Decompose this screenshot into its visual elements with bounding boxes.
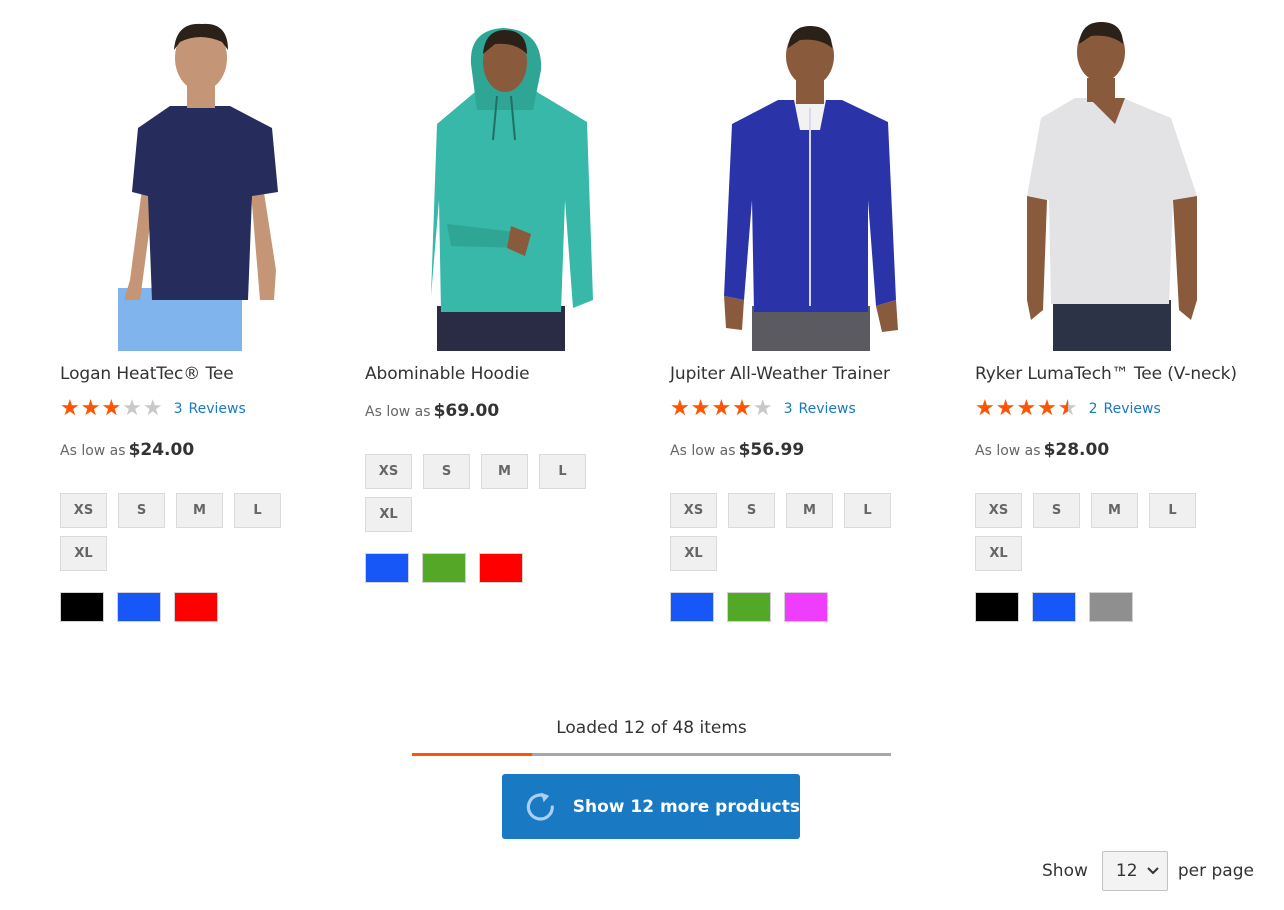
size-option-s[interactable]: S <box>118 493 165 528</box>
product-name[interactable]: Logan HeatTec® Tee <box>60 364 234 384</box>
color-swatch[interactable] <box>479 553 523 583</box>
show-label: Show <box>1042 861 1088 881</box>
product-image[interactable] <box>975 0 1265 351</box>
color-swatch[interactable] <box>784 592 828 622</box>
product-rating: ★★★★★★★★★★ 2Reviews <box>975 398 1161 420</box>
size-option-m[interactable]: M <box>786 493 833 528</box>
product-rating: ★★★★★★★★★★ 3Reviews <box>670 398 856 420</box>
per-page-limiter: Show 12 per page <box>1042 851 1254 891</box>
size-option-s[interactable]: S <box>728 493 775 528</box>
load-progress-fill <box>412 753 532 756</box>
price-amount: $56.99 <box>738 440 805 460</box>
color-swatch[interactable] <box>422 553 466 583</box>
product-card: Logan HeatTec® Tee ★★★★★★★★★★ 3Reviews A… <box>60 0 350 622</box>
price-prefix: As low as <box>60 443 126 459</box>
color-swatch[interactable] <box>727 592 771 622</box>
size-option-m[interactable]: M <box>481 454 528 489</box>
rating-fill: ★★★★★ <box>60 398 123 420</box>
size-option-xs[interactable]: XS <box>60 493 107 528</box>
rating-stars: ★★★★★★★★★★ <box>60 396 164 421</box>
size-option-xs[interactable]: XS <box>975 493 1022 528</box>
size-option-s[interactable]: S <box>1033 493 1080 528</box>
load-progress-bar <box>412 753 891 756</box>
size-option-l[interactable]: L <box>234 493 281 528</box>
product-card: Jupiter All-Weather Trainer ★★★★★★★★★★ 3… <box>670 0 960 622</box>
product-name[interactable]: Ryker LumaTech™ Tee (V-neck) <box>975 364 1237 384</box>
product-rating: ★★★★★★★★★★ 3Reviews <box>60 398 246 420</box>
price-amount: $69.00 <box>433 401 500 421</box>
reviews-link[interactable]: 2 Reviews <box>1089 401 1161 417</box>
product-price: As low as $28.00 <box>975 440 1109 460</box>
color-swatch[interactable] <box>117 592 161 622</box>
color-swatch[interactable] <box>1089 592 1133 622</box>
size-option-xl[interactable]: XL <box>60 536 107 571</box>
product-image[interactable] <box>365 0 655 351</box>
reviews-link[interactable]: 3 Reviews <box>174 401 246 417</box>
color-swatch[interactable] <box>1032 592 1076 622</box>
color-swatch[interactable] <box>365 553 409 583</box>
price-prefix: As low as <box>670 443 736 459</box>
product-card: Abominable Hoodie As low as $69.00 XS S M… <box>365 0 655 583</box>
size-option-xs[interactable]: XS <box>365 454 412 489</box>
per-page-select[interactable]: 12 <box>1101 851 1168 891</box>
price-prefix: As low as <box>365 404 431 420</box>
size-option-m[interactable]: M <box>176 493 223 528</box>
size-option-xl[interactable]: XL <box>670 536 717 571</box>
size-option-s[interactable]: S <box>423 454 470 489</box>
product-price: As low as $24.00 <box>60 440 194 460</box>
price-amount: $28.00 <box>1043 440 1110 460</box>
product-image[interactable] <box>670 0 960 351</box>
product-grid: Logan HeatTec® Tee ★★★★★★★★★★ 3Reviews A… <box>0 0 1284 660</box>
product-image[interactable] <box>60 0 350 351</box>
rating-stars: ★★★★★★★★★★ <box>975 396 1079 421</box>
refresh-icon <box>526 792 554 821</box>
color-swatch[interactable] <box>670 592 714 622</box>
rating-fill: ★★★★★ <box>975 398 1068 420</box>
show-more-button[interactable]: Show 12 more products <box>502 774 800 839</box>
size-option-xl[interactable]: XL <box>365 497 412 532</box>
size-option-m[interactable]: M <box>1091 493 1138 528</box>
product-price: As low as $69.00 <box>365 401 499 421</box>
size-option-xs[interactable]: XS <box>670 493 717 528</box>
price-amount: $24.00 <box>128 440 195 460</box>
product-name[interactable]: Jupiter All-Weather Trainer <box>670 364 890 384</box>
reviews-link[interactable]: 3 Reviews <box>784 401 856 417</box>
load-status-text: Loaded 12 of 48 items <box>556 718 747 738</box>
color-swatch[interactable] <box>174 592 218 622</box>
rating-fill: ★★★★★ <box>670 398 753 420</box>
product-card: Ryker LumaTech™ Tee (V-neck) ★★★★★★★★★★ … <box>975 0 1265 622</box>
per-page-label: per page <box>1177 861 1254 881</box>
product-name[interactable]: Abominable Hoodie <box>365 364 530 384</box>
color-swatch[interactable] <box>60 592 104 622</box>
show-more-label: Show 12 more products <box>572 796 800 817</box>
size-option-xl[interactable]: XL <box>975 536 1022 571</box>
per-page-value: 12 <box>1115 861 1138 881</box>
size-option-l[interactable]: L <box>1149 493 1196 528</box>
color-swatch[interactable] <box>975 592 1019 622</box>
rating-stars: ★★★★★★★★★★ <box>670 396 774 421</box>
price-prefix: As low as <box>975 443 1041 459</box>
product-price: As low as $56.99 <box>670 440 804 460</box>
chevron-down-icon <box>1146 867 1159 875</box>
size-option-l[interactable]: L <box>539 454 586 489</box>
size-option-l[interactable]: L <box>844 493 891 528</box>
